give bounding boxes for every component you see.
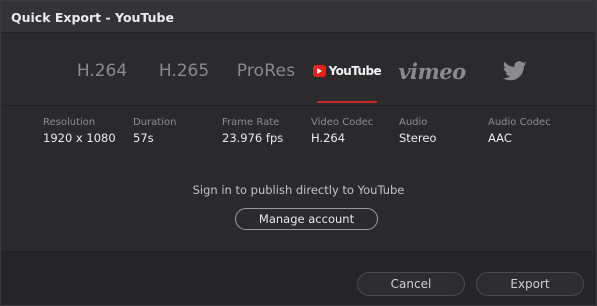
- tab-twitter[interactable]: [485, 56, 545, 86]
- dialog-footer: Cancel Export: [1, 252, 596, 305]
- frame-rate-field: Frame Rate 23.976 fps: [222, 117, 283, 145]
- tab-vimeo[interactable]: vimeo: [394, 56, 470, 86]
- frame-rate-label: Frame Rate: [222, 117, 280, 128]
- cancel-button[interactable]: Cancel: [357, 272, 465, 296]
- video-codec-value: H.264: [311, 131, 346, 145]
- vimeo-logo-icon: vimeo: [398, 58, 466, 84]
- duration-value: 57s: [133, 131, 154, 145]
- frame-rate-value: 23.976 fps: [222, 131, 284, 145]
- dialog-title: Quick Export - YouTube: [11, 10, 174, 25]
- twitter-bird-icon: [503, 61, 527, 81]
- tab-h265[interactable]: H.265: [149, 56, 219, 86]
- export-button[interactable]: Export: [476, 272, 584, 296]
- resolution-label: Resolution: [43, 117, 96, 128]
- tab-youtube-label: YouTube: [328, 64, 382, 78]
- tab-prores-label: ProRes: [236, 61, 296, 81]
- tab-youtube[interactable]: YouTube: [313, 56, 382, 86]
- tab-prores[interactable]: ProRes: [231, 56, 301, 86]
- title-bar[interactable]: Quick Export - YouTube: [1, 1, 596, 33]
- youtube-play-icon: [313, 65, 326, 77]
- duration-label: Duration: [133, 117, 177, 128]
- audio-label: Audio: [399, 117, 428, 128]
- video-codec-label: Video Codec: [311, 117, 374, 128]
- tab-h265-label: H.265: [158, 61, 210, 81]
- export-details: Resolution 1920 x 1080 Duration 57s Fram…: [1, 106, 596, 164]
- audio-field: Audio Stereo: [399, 117, 436, 145]
- audio-value: Stereo: [399, 131, 437, 145]
- audio-codec-field: Audio Codec AAC: [488, 117, 551, 145]
- audio-codec-label: Audio Codec: [488, 117, 551, 128]
- tab-h264-label: H.264: [76, 61, 128, 81]
- duration-field: Duration 57s: [133, 117, 176, 145]
- resolution-value: 1920 x 1080: [43, 131, 116, 145]
- resolution-field: Resolution 1920 x 1080: [43, 117, 116, 145]
- manage-account-button[interactable]: Manage account: [235, 208, 378, 230]
- export-format-tabs: H.264 H.265 ProRes YouTube vimeo: [1, 34, 596, 105]
- selected-tab-indicator: [317, 101, 377, 103]
- audio-codec-value: AAC: [488, 131, 512, 145]
- tab-h264[interactable]: H.264: [67, 56, 137, 86]
- quick-export-dialog: Quick Export - YouTube H.264 H.265 ProRe…: [0, 0, 597, 306]
- video-codec-field: Video Codec H.264: [311, 117, 373, 145]
- sign-in-message: Sign in to publish directly to YouTube: [192, 183, 405, 197]
